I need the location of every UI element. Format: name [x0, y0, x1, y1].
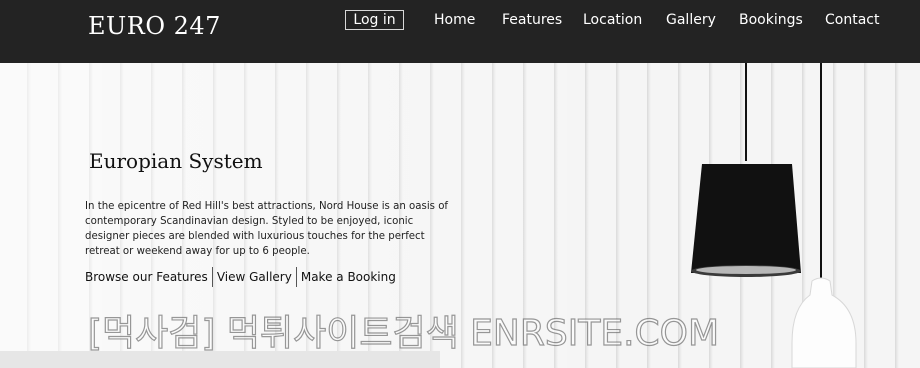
- nav-link-features[interactable]: Features: [502, 11, 562, 29]
- login-button[interactable]: Log in: [345, 10, 404, 30]
- hero-links: Browse our Features View Gallery Make a …: [85, 267, 400, 287]
- nav-link-bookings[interactable]: Bookings: [739, 11, 803, 29]
- nav-link-location[interactable]: Location: [583, 11, 642, 29]
- hero-section: Europian System In the epicentre of Red …: [0, 63, 920, 368]
- make-booking-link[interactable]: Make a Booking: [297, 267, 400, 287]
- top-navbar: EURO 247 Log in Home Features Location G…: [0, 0, 920, 63]
- browse-features-link[interactable]: Browse our Features: [85, 267, 212, 287]
- nav-link-gallery[interactable]: Gallery: [666, 11, 716, 29]
- white-ceramic-lamp: [791, 277, 857, 368]
- brand-logo[interactable]: EURO 247: [88, 11, 221, 41]
- nav-link-contact[interactable]: Contact: [825, 11, 879, 29]
- hero-description: In the epicentre of Red Hill's best attr…: [85, 201, 449, 257]
- black-lamp-shade: [691, 164, 801, 273]
- black-lamp-inner: [696, 266, 796, 274]
- nav-link-home[interactable]: Home: [434, 11, 475, 29]
- view-gallery-link[interactable]: View Gallery: [213, 267, 296, 287]
- hero-title: Europian System: [89, 149, 263, 173]
- watermark-text: [먹사검] 먹튀사이트검색 ENRSITE.COM: [87, 312, 720, 354]
